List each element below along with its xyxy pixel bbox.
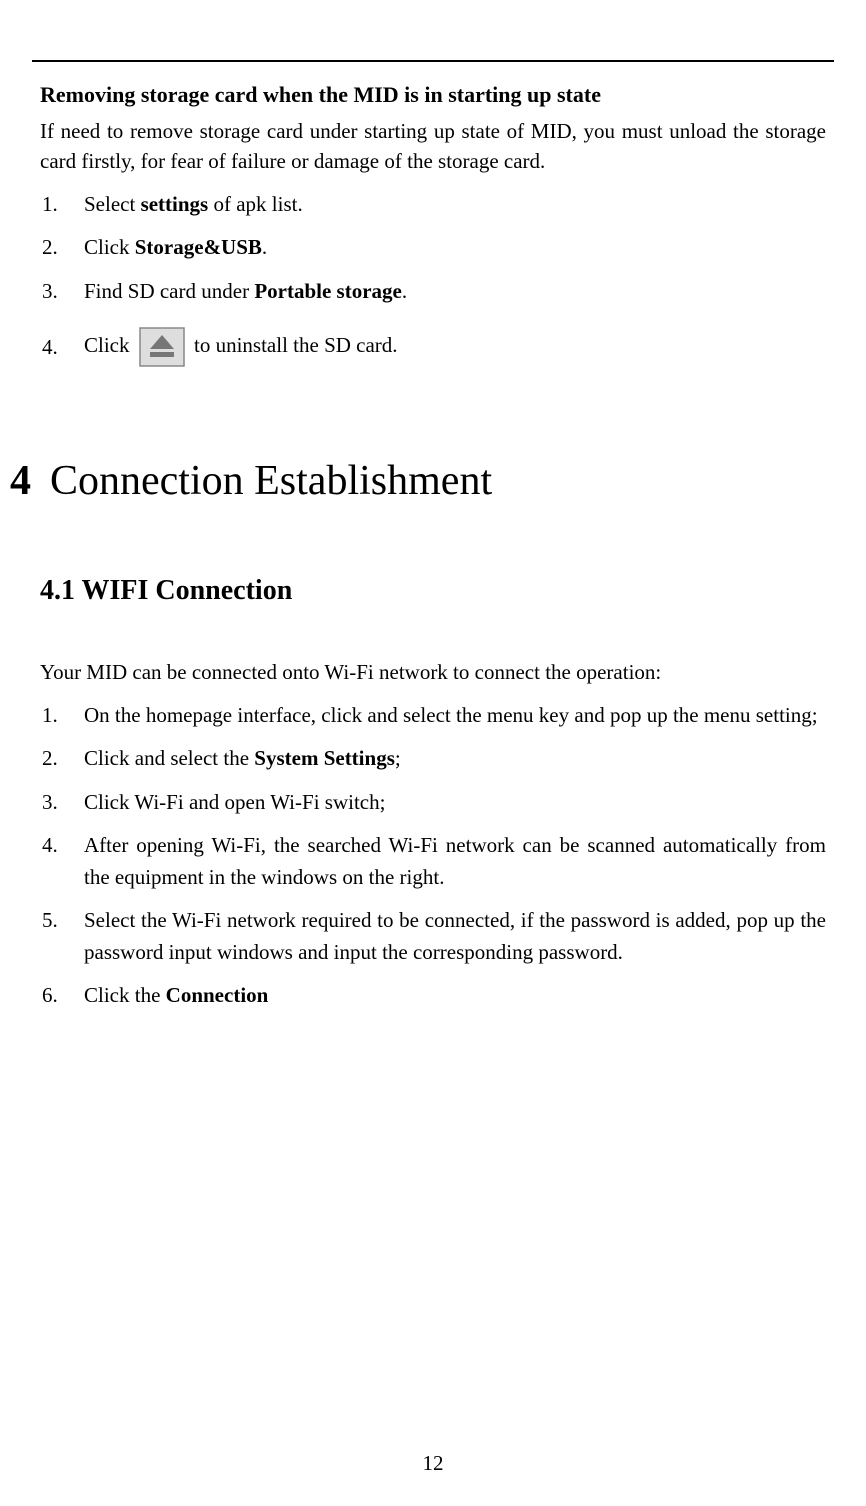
top-header-rule <box>32 60 834 62</box>
eject-icon <box>139 327 185 367</box>
list-item: 1. Select settings of apk list. <box>40 189 826 221</box>
list-item: 3. Find SD card under Portable storage. <box>40 276 826 308</box>
page-number: 12 <box>0 1451 866 1476</box>
step-text: . <box>402 279 407 303</box>
step-body: Select the Wi-Fi network required to be … <box>84 905 826 968</box>
page-content: Removing storage card when the MID is in… <box>30 82 836 1012</box>
step-number: 2. <box>40 232 84 264</box>
step-number: 3. <box>40 276 84 308</box>
step-bold: Portable storage <box>254 279 402 303</box>
list-item: 3. Click Wi-Fi and open Wi-Fi switch; <box>40 787 826 819</box>
step-body: On the homepage interface, click and sel… <box>84 700 826 732</box>
chapter-title: Connection Establishment <box>50 457 492 505</box>
chapter-number: 4 <box>10 457 50 505</box>
list-item: 4. Click to uninstall the SD card. <box>40 327 826 367</box>
step-number: 1. <box>40 189 84 221</box>
step-number: 1. <box>40 700 84 732</box>
step-text: of apk list. <box>208 192 303 216</box>
step-body: Click Storage&USB. <box>84 232 826 264</box>
step-text: Click <box>84 333 135 357</box>
step-body: Click Wi-Fi and open Wi-Fi switch; <box>84 787 826 819</box>
step-text: Select <box>84 192 141 216</box>
section-heading-wifi: 4.1 WIFI Connection <box>40 575 826 607</box>
step-bold: Connection <box>166 983 269 1007</box>
step-bold: settings <box>141 192 209 216</box>
wifi-steps-list: 1. On the homepage interface, click and … <box>40 700 826 1012</box>
step-body: Click the Connection <box>84 980 826 1012</box>
step-body: After opening Wi-Fi, the searched Wi-Fi … <box>84 830 826 893</box>
list-item: 6. Click the Connection <box>40 980 826 1012</box>
step-number: 4. <box>40 332 84 364</box>
step-text: . <box>262 235 267 259</box>
step-bold: Storage&USB <box>135 235 262 259</box>
storage-steps-list: 1. Select settings of apk list. 2. Click… <box>40 189 826 368</box>
chapter-heading: 4 Connection Establishment <box>10 457 826 505</box>
step-body: Click to uninstall the SD card. <box>84 327 826 367</box>
step-number: 2. <box>40 743 84 775</box>
step-bold: System Settings <box>254 746 395 770</box>
step-text: Click the <box>84 983 166 1007</box>
section-heading-storage: Removing storage card when the MID is in… <box>40 82 826 108</box>
step-text: Find SD card under <box>84 279 254 303</box>
list-item: 2. Click Storage&USB. <box>40 232 826 264</box>
section-intro-storage: If need to remove storage card under sta… <box>40 116 826 177</box>
step-body: Find SD card under Portable storage. <box>84 276 826 308</box>
step-number: 5. <box>40 905 84 968</box>
step-number: 4. <box>40 830 84 893</box>
list-item: 1. On the homepage interface, click and … <box>40 700 826 732</box>
step-text: to uninstall the SD card. <box>194 333 398 357</box>
section-intro-wifi: Your MID can be connected onto Wi-Fi net… <box>40 657 826 687</box>
list-item: 5. Select the Wi-Fi network required to … <box>40 905 826 968</box>
step-text: Click <box>84 235 135 259</box>
step-text: Click and select the <box>84 746 254 770</box>
step-body: Click and select the System Settings; <box>84 743 826 775</box>
step-number: 3. <box>40 787 84 819</box>
step-body: Select settings of apk list. <box>84 189 826 221</box>
list-item: 4. After opening Wi-Fi, the searched Wi-… <box>40 830 826 893</box>
list-item: 2. Click and select the System Settings; <box>40 743 826 775</box>
step-number: 6. <box>40 980 84 1012</box>
page-container: Removing storage card when the MID is in… <box>0 0 866 1506</box>
step-text: ; <box>395 746 401 770</box>
